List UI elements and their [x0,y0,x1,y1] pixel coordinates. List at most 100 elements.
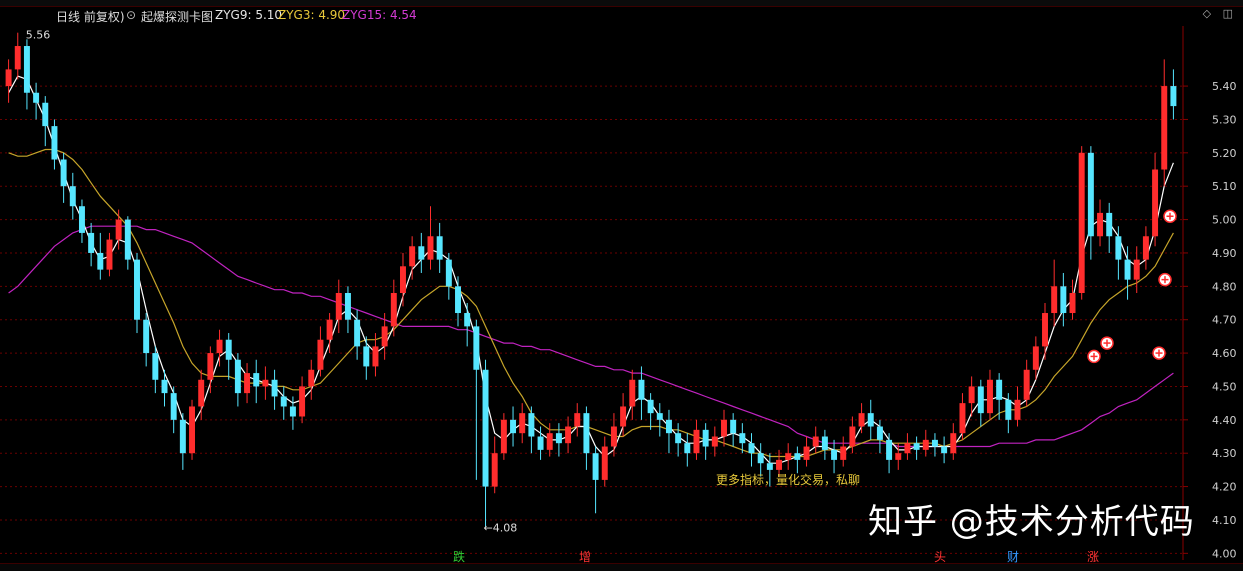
candle [803,436,810,467]
candle [528,406,535,454]
candle-body [418,246,425,260]
candle-body [748,443,755,454]
candle-body [409,246,416,267]
candle [1161,59,1168,187]
candle-body [134,259,140,320]
candle-body [335,293,342,320]
candle-body [986,379,993,414]
candle-body [656,413,663,420]
zyg9-value: ZYG9: 5.10 [215,8,283,22]
candle [317,326,324,377]
candle [812,426,819,454]
candle-body [849,426,856,447]
candle-body [97,252,104,270]
candle [399,252,406,307]
candle-body [684,443,691,454]
candle-body [280,396,287,407]
candle [684,433,691,467]
candle-body [574,413,581,427]
candle-body [592,453,599,480]
candle-body [675,433,682,444]
candle-body [977,386,984,414]
period-label[interactable]: 日线 前复权) [56,8,125,25]
candle [271,369,278,410]
candle-body [519,413,526,434]
candle-body [225,339,232,360]
candle [1087,146,1094,260]
promo-overlay-text: 更多指标，量化交易，私聊 [716,472,860,487]
candle-body [124,219,131,260]
candle [922,429,929,457]
candle-body [555,433,562,444]
candle-body [42,102,49,127]
candle-body [216,339,223,354]
candle [1060,272,1067,327]
candle-body [399,266,406,293]
candle [986,369,993,420]
candle-body [610,426,617,447]
candle [482,359,489,527]
candle-body [831,449,838,460]
signal-marker-label: 头 [934,550,946,563]
diamond-icon[interactable]: ◇ [1203,7,1211,20]
candle-body [876,426,883,440]
candle [161,369,168,407]
candle [308,359,315,400]
restore-icon[interactable]: ◫ [1223,7,1233,20]
candle-body [1069,293,1076,314]
candle-body [647,399,654,414]
y-tick-label: 4.10 [1212,514,1237,527]
candle [427,206,434,270]
candle-body [968,386,975,404]
candle-body [711,436,718,447]
candle-body [867,413,874,427]
candle [299,376,306,424]
candle-body [1106,212,1113,237]
candle-body [464,313,471,327]
candle-body [1152,169,1159,237]
candle [170,386,177,434]
indicator-name[interactable]: 起爆探测卡图 [141,8,213,25]
candle-body [931,439,938,447]
candle [436,222,443,273]
candle-body [51,126,58,160]
candle-body [996,379,1003,400]
candle-body [858,413,865,427]
candle [124,216,131,270]
candle-body [922,439,929,450]
candle-body [455,286,461,314]
candle [950,423,957,460]
candle-body [1005,399,1012,420]
candle [1133,246,1140,293]
candle-body [299,386,306,417]
candle [1170,69,1177,120]
signal-marker-label: 增 [579,550,591,563]
candle-body [1042,313,1048,347]
candle [473,319,480,480]
candle [60,152,67,203]
candle-body [14,46,21,70]
candle [647,393,654,430]
buy-signal-icon [1163,209,1177,223]
candle [620,393,627,437]
candle-body [60,159,67,187]
candle-body [161,379,168,394]
candle-body [840,446,847,460]
candle [189,399,196,460]
candle-body [601,446,608,480]
candle-body [1115,236,1122,260]
candle [730,413,737,447]
candle [225,333,232,380]
candle-body [757,453,764,464]
candle-body [500,419,507,454]
indicator-icon: ⊙ [126,8,137,22]
candle-body [776,459,783,470]
candle-body [665,419,672,434]
candle [913,436,920,460]
candle [555,423,562,457]
candle [134,252,140,334]
candle [88,222,95,267]
candle [693,419,700,460]
chart-header: 日线 前复权) ⊙ 起爆探测卡图 ZYG9: 5.10 ZYG3: 4.90 Z… [0,6,1243,26]
candle [1042,303,1048,360]
